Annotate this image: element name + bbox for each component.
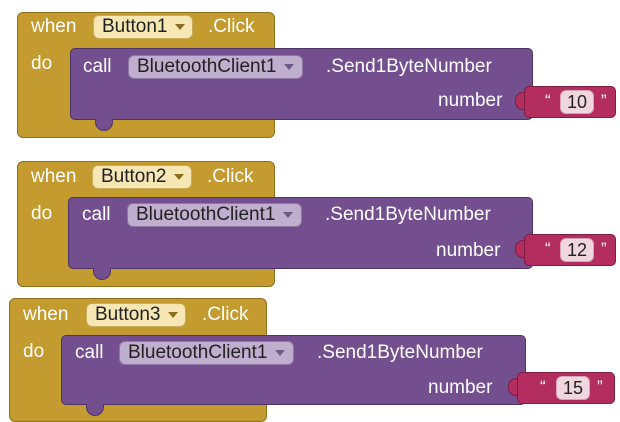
text-value-field[interactable]: 10 (560, 90, 595, 114)
call-label: call (75, 342, 104, 363)
close-quote: ” (601, 239, 607, 258)
component-dropdown-button2[interactable]: Button2 (92, 165, 192, 189)
close-quote: ” (601, 91, 607, 110)
component-dropdown-button3[interactable]: Button3 (86, 303, 186, 327)
do-label: do (23, 341, 45, 362)
open-quote: “ (540, 377, 546, 396)
when-label: when (31, 16, 77, 37)
method-name: .Send1ByteNumber (325, 204, 491, 225)
close-quote: ” (597, 377, 603, 396)
param-label-number: number (428, 377, 493, 398)
call-label: call (83, 56, 112, 77)
method-name: .Send1ByteNumber (317, 342, 483, 363)
component-name: Button2 (101, 166, 167, 187)
when-label: when (31, 166, 77, 187)
dropdown-arrow-icon (174, 24, 185, 30)
open-quote: “ (545, 91, 551, 110)
text-value-field[interactable]: 12 (560, 238, 595, 262)
when-label: when (23, 304, 69, 325)
text-value-field[interactable]: 15 (556, 376, 591, 400)
component-dropdown-bluetoothclient1[interactable]: BluetoothClient1 (128, 55, 304, 79)
do-label: do (31, 203, 53, 224)
event-name: .Click (208, 16, 255, 37)
event-name: .Click (207, 166, 254, 187)
component-dropdown-bluetoothclient1[interactable]: BluetoothClient1 (119, 341, 295, 365)
component-dropdown-bluetoothclient1[interactable]: BluetoothClient1 (127, 203, 303, 227)
component-name: BluetoothClient1 (137, 56, 277, 77)
param-label-number: number (438, 90, 503, 111)
dropdown-arrow-icon (275, 350, 286, 356)
call-label: call (82, 204, 111, 225)
component-name: Button1 (102, 16, 168, 37)
dropdown-arrow-icon (173, 174, 184, 180)
component-name: BluetoothClient1 (136, 204, 276, 225)
open-quote: “ (545, 239, 551, 258)
component-name: Button3 (95, 304, 161, 325)
dropdown-arrow-icon (167, 312, 178, 318)
dropdown-arrow-icon (283, 212, 294, 218)
do-label: do (31, 53, 53, 74)
dropdown-arrow-icon (284, 64, 295, 70)
param-label-number: number (436, 240, 501, 261)
component-name: BluetoothClient1 (128, 342, 268, 363)
event-name: .Click (202, 304, 249, 325)
method-name: .Send1ByteNumber (326, 56, 492, 77)
component-dropdown-button1[interactable]: Button1 (93, 15, 193, 39)
